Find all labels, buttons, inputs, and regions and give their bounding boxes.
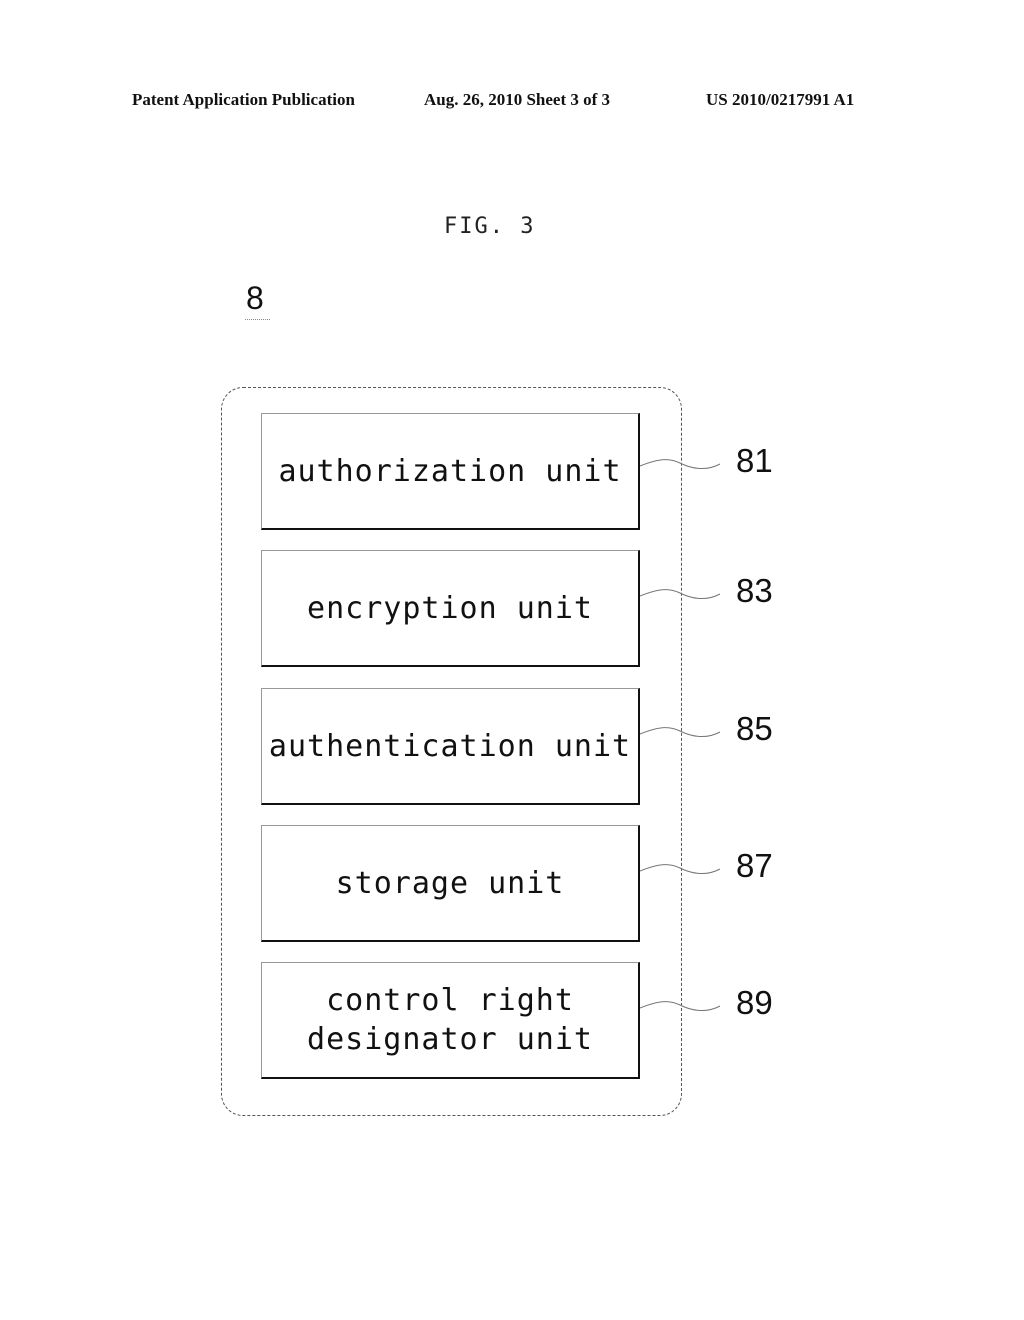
leader-line-85 [639,727,721,738]
leader-line-81 [639,459,721,470]
leader-lines [639,459,721,1012]
leader-line-87 [639,864,721,875]
leader-line-83 [639,589,721,600]
leader-line-89 [639,1001,721,1012]
